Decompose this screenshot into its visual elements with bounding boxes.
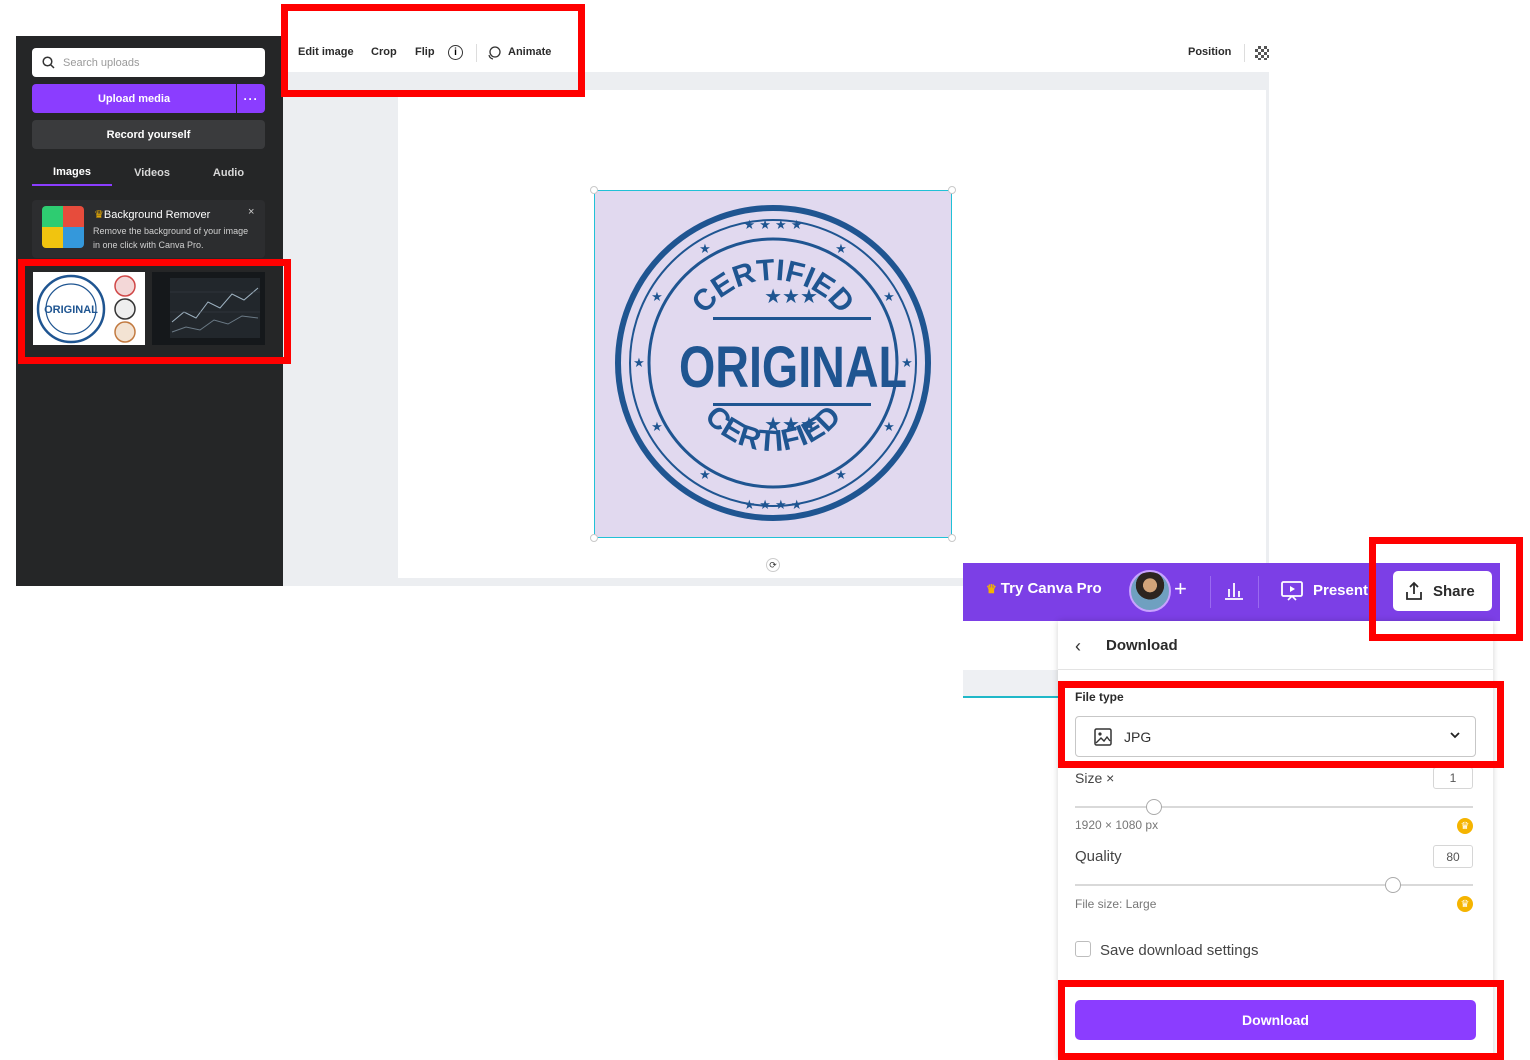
panel-divider [1058, 669, 1493, 670]
size-label: Size × [1075, 770, 1115, 786]
tab-images[interactable]: Images [32, 160, 112, 186]
position-button[interactable]: Position [1188, 46, 1231, 58]
promo-title: ♛Background Remover [94, 208, 210, 221]
analytics-icon[interactable] [1222, 578, 1246, 602]
try-pro-label: Try Canva Pro [1000, 580, 1102, 597]
svg-text:★ ★ ★ ★: ★ ★ ★ ★ [743, 218, 802, 233]
search-placeholder: Search uploads [63, 56, 140, 69]
tab-videos[interactable]: Videos [112, 160, 192, 186]
crown-icon: ♛ [94, 209, 104, 221]
transparency-icon[interactable] [1255, 46, 1269, 60]
top-bar-divider [1210, 576, 1211, 608]
svg-text:CERTIFIED: CERTIFIED [699, 400, 848, 459]
svg-text:★: ★ [883, 290, 895, 305]
resize-handle[interactable] [948, 186, 956, 194]
save-settings-checkbox[interactable] [1075, 941, 1091, 957]
record-yourself-button[interactable]: Record yourself [32, 120, 265, 149]
svg-text:★: ★ [835, 242, 847, 257]
promo-title-text: Background Remover [103, 209, 211, 221]
rotate-icon[interactable]: ⟳ [766, 558, 780, 572]
svg-text:★: ★ [835, 468, 847, 483]
svg-text:★: ★ [699, 242, 711, 257]
file-size-label: File size: Large [1075, 897, 1157, 911]
svg-text:★: ★ [651, 290, 663, 305]
selected-image[interactable]: ★ ★ ★ ★ ★ ★ ★ ★ ★ ★ ★ ★ ★ ★ ★ ★ ★ ★ CERTIFIED… [594, 190, 952, 538]
pro-crown-icon: ♛ [1457, 896, 1473, 912]
stamp-bottom-text: CERTIFIED [699, 400, 848, 459]
underlying-timeline [963, 670, 1063, 698]
quality-slider-track[interactable] [1075, 884, 1473, 886]
upload-media-button[interactable]: Upload media [32, 84, 236, 113]
size-input[interactable]: 1 [1433, 767, 1473, 789]
try-canva-pro-button[interactable]: ♛ Try Canva Pro [986, 580, 1102, 597]
size-slider-handle[interactable] [1146, 799, 1162, 815]
stamp-main-text: ORIGINAL [679, 335, 907, 400]
quality-label: Quality [1075, 848, 1122, 865]
search-uploads-input[interactable]: Search uploads [32, 48, 265, 77]
toolbar-divider [1244, 44, 1245, 62]
svg-text:★: ★ [651, 420, 663, 435]
close-icon[interactable]: × [248, 206, 254, 218]
size-dimensions: 1920 × 1080 px [1075, 818, 1159, 832]
highlight-box-share [1369, 537, 1523, 641]
svg-text:★: ★ [883, 420, 895, 435]
highlight-box-file-type [1058, 681, 1504, 768]
svg-text:★: ★ [699, 468, 711, 483]
promo-description: Remove the background of your image in o… [93, 226, 249, 250]
resize-handle[interactable] [948, 534, 956, 542]
back-icon[interactable]: ‹ [1075, 636, 1081, 657]
search-icon [42, 56, 55, 69]
present-icon[interactable] [1280, 579, 1304, 603]
save-settings-label[interactable]: Save download settings [1100, 942, 1258, 959]
present-button[interactable]: Present [1313, 582, 1368, 599]
highlight-box-toolbar [281, 4, 585, 97]
download-panel-title: Download [1106, 637, 1178, 654]
top-bar-divider [1258, 576, 1259, 608]
highlight-box-download [1058, 980, 1504, 1060]
quality-input[interactable]: 80 [1433, 845, 1473, 868]
pro-crown-icon: ♛ [1457, 818, 1473, 834]
quality-slider-handle[interactable] [1385, 877, 1401, 893]
svg-text:★: ★ [633, 356, 645, 371]
tab-audio[interactable]: Audio [192, 160, 265, 186]
svg-text:★ ★ ★ ★: ★ ★ ★ ★ [743, 498, 802, 513]
upload-more-options-button[interactable]: ··· [237, 84, 265, 113]
add-collaborator-icon[interactable]: + [1174, 576, 1187, 602]
crown-icon: ♛ [986, 582, 997, 596]
avatar[interactable] [1129, 570, 1171, 612]
certified-original-stamp: ★ ★ ★ ★ ★ ★ ★ ★ ★ ★ ★ ★ ★ ★ ★ ★ ★ ★ CERTIFIED… [615, 205, 931, 521]
resize-handle[interactable] [590, 186, 598, 194]
svg-text:★★★: ★★★ [764, 284, 818, 308]
resize-handle[interactable] [590, 534, 598, 542]
highlight-box-thumbnails [18, 259, 291, 364]
background-remover-thumbnail [42, 206, 84, 248]
size-slider-track[interactable] [1075, 806, 1473, 808]
